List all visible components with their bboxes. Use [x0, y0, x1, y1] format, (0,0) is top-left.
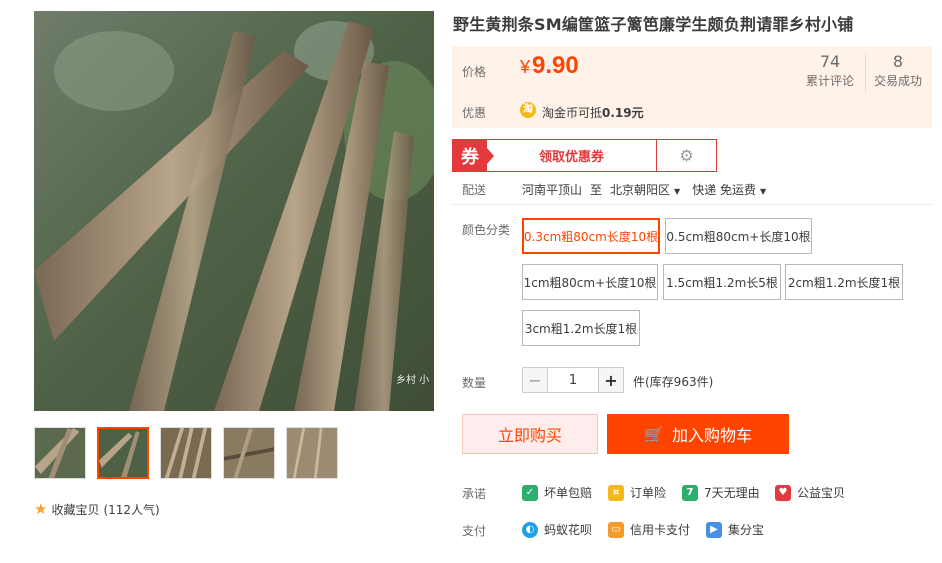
promise-text-4: 公益宝贝 — [797, 486, 846, 500]
section-divider — [452, 204, 932, 205]
promo-label: 优惠 — [462, 106, 487, 120]
payment-item-1[interactable]: ◐ 蚂蚁花呗 — [522, 521, 592, 538]
add-to-cart-button[interactable]: 🛒 加入购物车 — [607, 414, 789, 454]
favorite-label: 收藏宝贝 — [51, 503, 100, 517]
sku-label: 颜色分类 — [462, 223, 511, 237]
chevron-down-icon: ▼ — [760, 187, 767, 196]
jifenbao-icon: ▶ — [706, 521, 722, 538]
review-count-label: 累计评论 — [805, 74, 854, 88]
coupon-bar[interactable]: 券 领取优惠券 ⚙ — [452, 139, 717, 172]
promise-text-1: 坏单包赔 — [544, 486, 593, 500]
thumbnail-4[interactable] — [223, 427, 275, 479]
sales-count-label: 交易成功 — [873, 74, 922, 88]
price-panel: 价格 ¥9.90 74 累计评论 8 交易成功 优惠 淘 淘金币可抵0.19元 — [452, 46, 932, 128]
payment-text-1: 蚂蚁花呗 — [544, 523, 593, 537]
taojinbi-icon: 淘 — [520, 102, 536, 118]
price-amount: 9.90 — [532, 52, 579, 79]
promo-amount: 0.19元 — [602, 106, 644, 120]
thumbnail-3[interactable] — [160, 427, 212, 479]
promise-item-1[interactable]: ✓ 坏单包赔 — [522, 484, 592, 501]
insurance-icon: ¤ — [608, 484, 624, 501]
ship-from: 河南平顶山 — [522, 183, 583, 197]
quantity-input[interactable]: 1 — [548, 367, 598, 393]
promise-item-4[interactable]: ♥ 公益宝贝 — [775, 484, 845, 501]
ship-destination: 北京朝阳区 — [610, 183, 671, 197]
payment-text-3: 集分宝 — [728, 523, 765, 537]
promo-text: 淘金币可抵0.19元 — [542, 104, 644, 121]
get-coupon-button[interactable]: 领取优惠券 — [487, 140, 656, 171]
huabei-icon: ◐ — [522, 521, 538, 538]
promise-text-3: 7天无理由 — [704, 486, 760, 500]
promise-label: 承诺 — [462, 487, 487, 501]
sku-option-3[interactable]: 1cm粗80cm+长度10根 — [522, 264, 658, 300]
add-to-cart-label: 加入购物车 — [671, 426, 752, 445]
increase-button[interactable]: + — [598, 367, 624, 393]
quantity-label: 数量 — [462, 376, 487, 390]
payment-text-2: 信用卡支付 — [630, 523, 691, 537]
shipping-info: 河南平顶山 至 北京朝阳区 ▼ 快递 免运费 ▼ — [522, 181, 766, 198]
seven-day-icon: 7 — [682, 484, 698, 501]
price-value: ¥9.90 — [520, 52, 579, 80]
favorite-button[interactable]: ★ 收藏宝贝 (112人气) — [34, 501, 160, 518]
review-count: 74 — [819, 52, 841, 71]
sales-count: 8 — [892, 52, 904, 71]
price-label: 价格 — [462, 65, 487, 79]
coupon-tag-icon: 券 — [453, 140, 494, 171]
sku-option-1[interactable]: 0.3cm粗80cm长度10根 — [522, 218, 660, 254]
chevron-down-icon: ▼ — [674, 187, 681, 196]
thumbnail-strip — [34, 427, 338, 479]
thumbnail-1[interactable] — [34, 427, 86, 479]
currency-symbol: ¥ — [520, 57, 531, 77]
shield-icon: ✓ — [522, 484, 538, 501]
review-count-stat[interactable]: 74 累计评论 — [798, 52, 862, 89]
thumbnail-2[interactable] — [97, 427, 149, 479]
payment-label: 支付 — [462, 524, 487, 538]
promise-item-3[interactable]: 7 7天无理由 — [682, 484, 760, 501]
stock-text: 件(库存963件) — [633, 375, 714, 389]
sku-option-2[interactable]: 0.5cm粗80cm+长度10根 — [665, 218, 812, 254]
quantity-stepper: − 1 + — [522, 367, 624, 393]
product-title: 野生黄荆条SM编筐篮子篱笆廉学生颇负荆请罪乡村小铺 — [453, 15, 854, 34]
thumbnail-5[interactable] — [286, 427, 338, 479]
charity-icon: ♥ — [775, 484, 791, 501]
promise-item-2[interactable]: ¤ 订单险 — [608, 484, 666, 501]
favorite-count: (112人气) — [103, 503, 160, 517]
watermark-text: 乡村 小 — [396, 373, 429, 386]
main-product-image[interactable]: 乡村 小 — [34, 11, 434, 411]
sku-option-4[interactable]: 1.5cm粗1.2m长5根 — [663, 264, 781, 300]
sku-option-5[interactable]: 2cm粗1.2m长度1根 — [785, 264, 903, 300]
promise-text-2: 订单险 — [630, 486, 667, 500]
star-icon: ★ — [34, 500, 48, 518]
decrease-button[interactable]: − — [522, 367, 548, 393]
ship-to-word: 至 — [590, 183, 603, 197]
buy-now-button[interactable]: 立即购买 — [462, 414, 598, 454]
shipping-label: 配送 — [462, 183, 487, 197]
credit-card-icon: ▭ — [608, 521, 624, 538]
payment-item-2[interactable]: ▭ 信用卡支付 — [608, 521, 690, 538]
payment-item-3[interactable]: ▶ 集分宝 — [706, 521, 764, 538]
ship-destination-dropdown[interactable]: 北京朝阳区 ▼ — [610, 181, 680, 198]
promo-text-prefix: 淘金币可抵 — [542, 106, 603, 120]
sales-count-stat: 8 交易成功 — [866, 52, 930, 89]
gear-icon[interactable]: ⚙ — [656, 140, 716, 171]
sku-option-6[interactable]: 3cm粗1.2m长度1根 — [522, 310, 640, 346]
cart-icon: 🛒 — [644, 424, 664, 444]
ship-method-dropdown[interactable]: 快递 免运费 ▼ — [692, 181, 766, 198]
ship-method: 快递 免运费 — [692, 183, 757, 197]
